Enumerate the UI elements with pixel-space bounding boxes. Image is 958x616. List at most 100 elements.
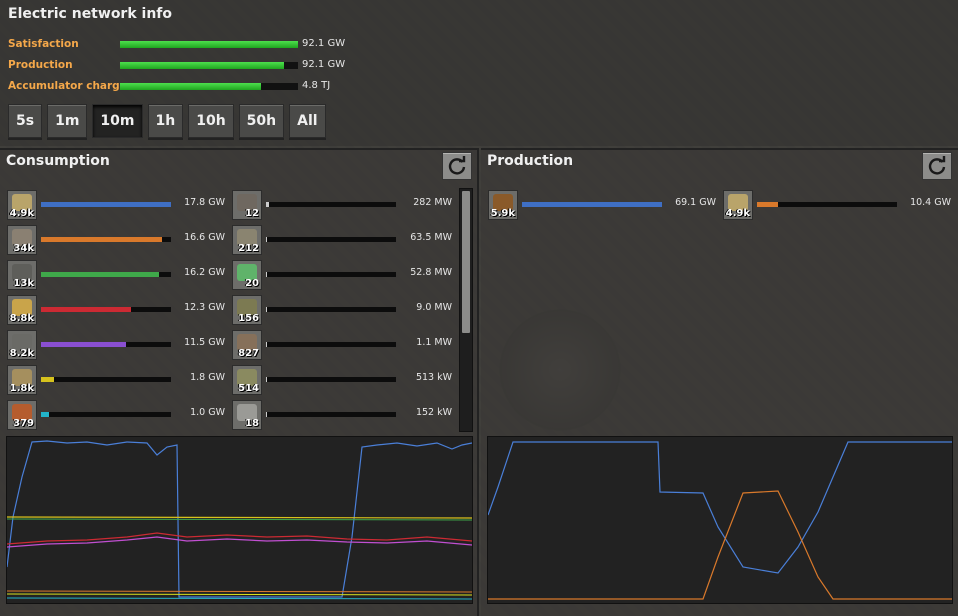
entity-icon[interactable]: 5.9k (488, 190, 518, 220)
entity-count: 13k (13, 278, 34, 289)
power-entry[interactable]: 34k 16.6 GW (7, 225, 227, 257)
consumption-title: Consumption (6, 153, 110, 169)
stat-production: Production 92.1 GW (8, 58, 368, 74)
entity-count: 8.8k (9, 313, 34, 324)
power-entry[interactable]: 13k 16.2 GW (7, 260, 227, 292)
entity-count: 18 (245, 418, 259, 429)
power-value: 1.0 GW (190, 407, 225, 418)
power-bar (266, 307, 396, 312)
entity-count: 1.8k (9, 383, 34, 394)
power-value: 10.4 GW (910, 197, 951, 208)
window-title: Electric network info (8, 6, 172, 22)
consumption-refresh-button[interactable] (442, 152, 472, 180)
power-entry[interactable]: 4.9k 10.4 GW (723, 190, 955, 222)
power-entry[interactable]: 18 152 kW (232, 400, 454, 432)
power-bar (41, 272, 171, 277)
entity-icon[interactable]: 8.2k (7, 330, 37, 360)
production-graph (487, 436, 953, 604)
power-bar-fill (41, 307, 131, 312)
power-value: 17.8 GW (184, 197, 225, 208)
time-button-1h[interactable]: 1h (147, 104, 184, 138)
power-bar-fill (266, 272, 268, 277)
power-bar (522, 202, 662, 207)
stat-value: 92.1 GW (302, 59, 346, 70)
entity-count: 34k (13, 243, 34, 254)
production-refresh-button[interactable] (922, 152, 952, 180)
time-button-5s[interactable]: 5s (8, 104, 43, 138)
entity-icon[interactable]: 34k (7, 225, 37, 255)
power-bar-fill (522, 202, 662, 207)
network-summary-panel: Electric network info Satisfaction 92.1 … (0, 0, 958, 146)
satisfaction-bar (120, 41, 298, 48)
stat-label: Production (8, 59, 73, 71)
power-value: 16.6 GW (184, 232, 225, 243)
time-button-1m[interactable]: 1m (47, 104, 88, 138)
entity-icon[interactable]: 827 (232, 330, 262, 360)
entity-icon[interactable]: 13k (7, 260, 37, 290)
time-range-selector: 5s 1m 10m 1h 10h 50h All (8, 104, 326, 138)
power-bar (41, 342, 171, 347)
power-entry[interactable]: 156 9.0 MW (232, 295, 454, 327)
power-entry[interactable]: 514 513 kW (232, 365, 454, 397)
entity-icon[interactable]: 156 (232, 295, 262, 325)
entity-count: 827 (238, 348, 259, 359)
entity-icon[interactable]: 20 (232, 260, 262, 290)
accumulator-bar (120, 83, 298, 90)
consumption-scrollbar[interactable] (459, 188, 473, 432)
time-button-50h[interactable]: 50h (238, 104, 285, 138)
power-bar-fill (266, 342, 268, 347)
power-value: 9.0 MW (416, 302, 452, 313)
entity-icon[interactable]: 12 (232, 190, 262, 220)
entity-icon[interactable]: 212 (232, 225, 262, 255)
power-value: 1.8 GW (190, 372, 225, 383)
entity-count: 514 (238, 383, 259, 394)
power-bar (41, 377, 171, 382)
entity-count: 12 (245, 208, 259, 219)
stat-value: 92.1 GW (302, 38, 346, 49)
entity-icon[interactable]: 379 (7, 400, 37, 430)
power-bar-fill (41, 342, 126, 347)
power-bar-fill (41, 272, 160, 277)
power-bar-fill (266, 307, 268, 312)
stat-accumulator-charge: Accumulator charge 4.8 TJ (8, 79, 368, 95)
power-entry[interactable]: 1.8k 1.8 GW (7, 365, 227, 397)
power-bar (266, 272, 396, 277)
production-title: Production (487, 153, 574, 169)
power-value: 1.1 MW (416, 337, 452, 348)
power-entry[interactable]: 20 52.8 MW (232, 260, 454, 292)
entity-count: 8.2k (9, 348, 34, 359)
power-bar-fill (266, 412, 268, 417)
power-bar-fill (41, 377, 54, 382)
power-entry[interactable]: 379 1.0 GW (7, 400, 227, 432)
entity-icon[interactable]: 1.8k (7, 365, 37, 395)
power-bar-fill (41, 412, 49, 417)
scroll-thumb[interactable] (462, 191, 470, 333)
entity-icon[interactable]: 8.8k (7, 295, 37, 325)
power-bar (266, 377, 396, 382)
power-bar-fill (41, 237, 162, 242)
power-entry[interactable]: 8.8k 12.3 GW (7, 295, 227, 327)
power-entry[interactable]: 212 63.5 MW (232, 225, 454, 257)
power-bar-fill (757, 202, 778, 207)
power-value: 152 kW (415, 407, 452, 418)
power-bar (757, 202, 897, 207)
entity-count: 4.9k (9, 208, 34, 219)
time-button-10m[interactable]: 10m (92, 104, 143, 138)
power-entry[interactable]: 4.9k 17.8 GW (7, 190, 227, 222)
power-bar-fill (41, 202, 171, 207)
entity-icon[interactable]: 4.9k (723, 190, 753, 220)
entity-count: 212 (238, 243, 259, 254)
power-value: 11.5 GW (184, 337, 225, 348)
power-entry[interactable]: 827 1.1 MW (232, 330, 454, 362)
time-button-10h[interactable]: 10h (188, 104, 234, 138)
power-entry[interactable]: 8.2k 11.5 GW (7, 330, 227, 362)
entity-icon[interactable]: 18 (232, 400, 262, 430)
power-bar (41, 412, 171, 417)
entity-icon[interactable]: 514 (232, 365, 262, 395)
time-button-all[interactable]: All (289, 104, 326, 138)
consumption-graph (6, 436, 473, 604)
power-bar (266, 412, 396, 417)
power-entry[interactable]: 12 282 MW (232, 190, 454, 222)
power-entry[interactable]: 5.9k 69.1 GW (488, 190, 720, 222)
entity-icon[interactable]: 4.9k (7, 190, 37, 220)
